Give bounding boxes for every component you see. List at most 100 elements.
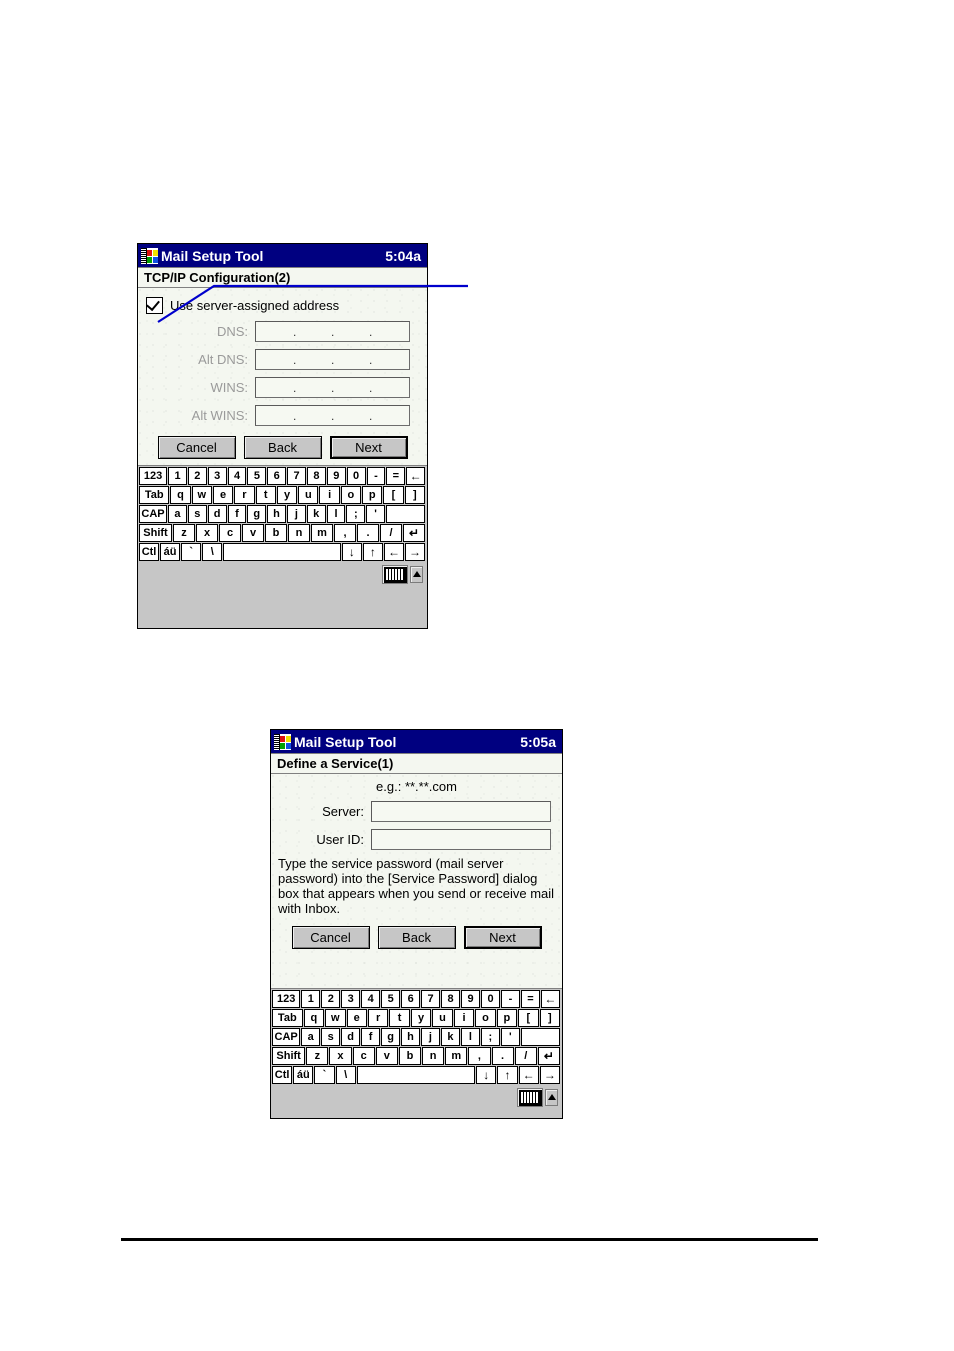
arrow-right-icon[interactable]: → [539,1066,560,1084]
key-minus[interactable]: - [366,467,386,485]
key-8[interactable]: 8 [441,990,461,1008]
key-tab[interactable]: Tab [272,1009,303,1027]
user-id-input[interactable] [371,829,551,850]
key-shift[interactable]: Shift [272,1047,306,1065]
key-5[interactable]: 5 [381,990,401,1008]
key-ctl[interactable]: Ctl [272,1066,293,1084]
key-c[interactable]: c [219,524,241,542]
key-o[interactable]: o [340,486,362,504]
key-f[interactable]: f [361,1028,381,1046]
key-shift[interactable]: Shift [139,524,172,542]
chevron-up-icon[interactable] [545,1088,558,1106]
server-input[interactable] [371,801,551,822]
wins-input[interactable]: ... [255,377,410,398]
key-space[interactable] [356,1066,476,1084]
key-apostrophe[interactable]: ' [500,1028,520,1046]
key-s[interactable]: s [321,1028,341,1046]
key-r[interactable]: r [234,486,255,504]
key-f[interactable]: f [227,505,247,523]
key-4[interactable]: 4 [227,467,247,485]
key-minus[interactable]: - [501,990,520,1008]
backspace-icon[interactable]: ← [540,990,560,1008]
key-w[interactable]: w [191,486,212,504]
arrow-down-icon[interactable]: ↓ [341,543,362,561]
key-backtick[interactable]: ` [181,543,202,561]
key-h[interactable]: h [401,1028,420,1046]
key-b[interactable]: b [265,524,287,542]
key-slash[interactable]: / [514,1047,537,1065]
key-d[interactable]: d [341,1028,361,1046]
key-y[interactable]: y [410,1009,432,1027]
key-0[interactable]: 0 [346,467,366,485]
back-button[interactable]: Back [377,926,456,949]
key-semicolon[interactable]: ; [480,1028,500,1046]
key-8[interactable]: 8 [307,467,326,485]
key-h[interactable]: h [267,505,286,523]
key-tab[interactable]: Tab [139,486,170,504]
key-m[interactable]: m [311,524,333,542]
arrow-left-icon[interactable]: ← [383,543,404,561]
key-123[interactable]: 123 [272,990,301,1008]
arrow-up-icon[interactable]: ↑ [497,1066,518,1084]
key-comma[interactable]: , [468,1047,491,1065]
dns-input[interactable]: ... [255,321,410,342]
key-e[interactable]: e [346,1009,367,1027]
key-z[interactable]: z [173,524,195,542]
backspace-icon[interactable]: ← [406,467,426,485]
key-l[interactable]: l [460,1028,480,1046]
key-9[interactable]: 9 [461,990,481,1008]
key-7[interactable]: 7 [421,990,441,1008]
key-g[interactable]: g [381,1028,401,1046]
key-1[interactable]: 1 [301,990,321,1008]
key-q[interactable]: q [170,486,191,504]
key-6[interactable]: 6 [267,467,287,485]
key-cap[interactable]: CAP [139,505,168,523]
key-u[interactable]: u [432,1009,453,1027]
key-g[interactable]: g [247,505,267,523]
key-5[interactable]: 5 [247,467,267,485]
key-k[interactable]: k [440,1028,460,1046]
key-q[interactable]: q [303,1009,325,1027]
key-j[interactable]: j [286,505,306,523]
key-u[interactable]: u [298,486,319,504]
key-i[interactable]: i [453,1009,475,1027]
key-d[interactable]: d [207,505,227,523]
back-button[interactable]: Back [243,436,322,459]
key-w[interactable]: w [325,1009,346,1027]
next-button[interactable]: Next [463,926,542,949]
key-o[interactable]: o [475,1009,496,1027]
next-button[interactable]: Next [329,436,408,459]
key-period[interactable]: . [491,1047,514,1065]
key-b[interactable]: b [398,1047,422,1065]
key-y[interactable]: y [276,486,298,504]
use-server-assigned-address-checkbox-row[interactable]: Use server-assigned address [138,288,427,314]
key-s[interactable]: s [187,505,207,523]
use-server-assigned-address-checkbox[interactable] [146,296,163,314]
key-p[interactable]: p [496,1009,518,1027]
key-t[interactable]: t [255,486,276,504]
key-p[interactable]: p [362,486,383,504]
key-bracket-left[interactable]: [ [518,1009,539,1027]
key-k[interactable]: k [306,505,326,523]
key-accent-chars[interactable]: áü [293,1066,314,1084]
key-v[interactable]: v [242,524,264,542]
key-bracket-right[interactable]: ] [404,486,425,504]
key-apostrophe[interactable]: ' [366,505,385,523]
enter-icon[interactable]: ↵ [537,1047,560,1065]
key-7[interactable]: 7 [287,467,306,485]
key-accent-chars[interactable]: áü [160,543,181,561]
key-6[interactable]: 6 [401,990,421,1008]
arrow-left-icon[interactable]: ← [518,1066,539,1084]
key-3[interactable]: 3 [207,467,227,485]
key-equals[interactable]: = [386,467,406,485]
key-backslash[interactable]: \ [202,543,223,561]
arrow-down-icon[interactable]: ↓ [476,1066,497,1084]
key-slash[interactable]: / [380,524,402,542]
soft-keyboard-icon[interactable] [382,564,408,584]
key-x[interactable]: x [196,524,218,542]
key-n[interactable]: n [288,524,310,542]
key-ctl[interactable]: Ctl [139,543,160,561]
key-cap[interactable]: CAP [272,1028,301,1046]
key-period[interactable]: . [357,524,379,542]
key-9[interactable]: 9 [326,467,346,485]
